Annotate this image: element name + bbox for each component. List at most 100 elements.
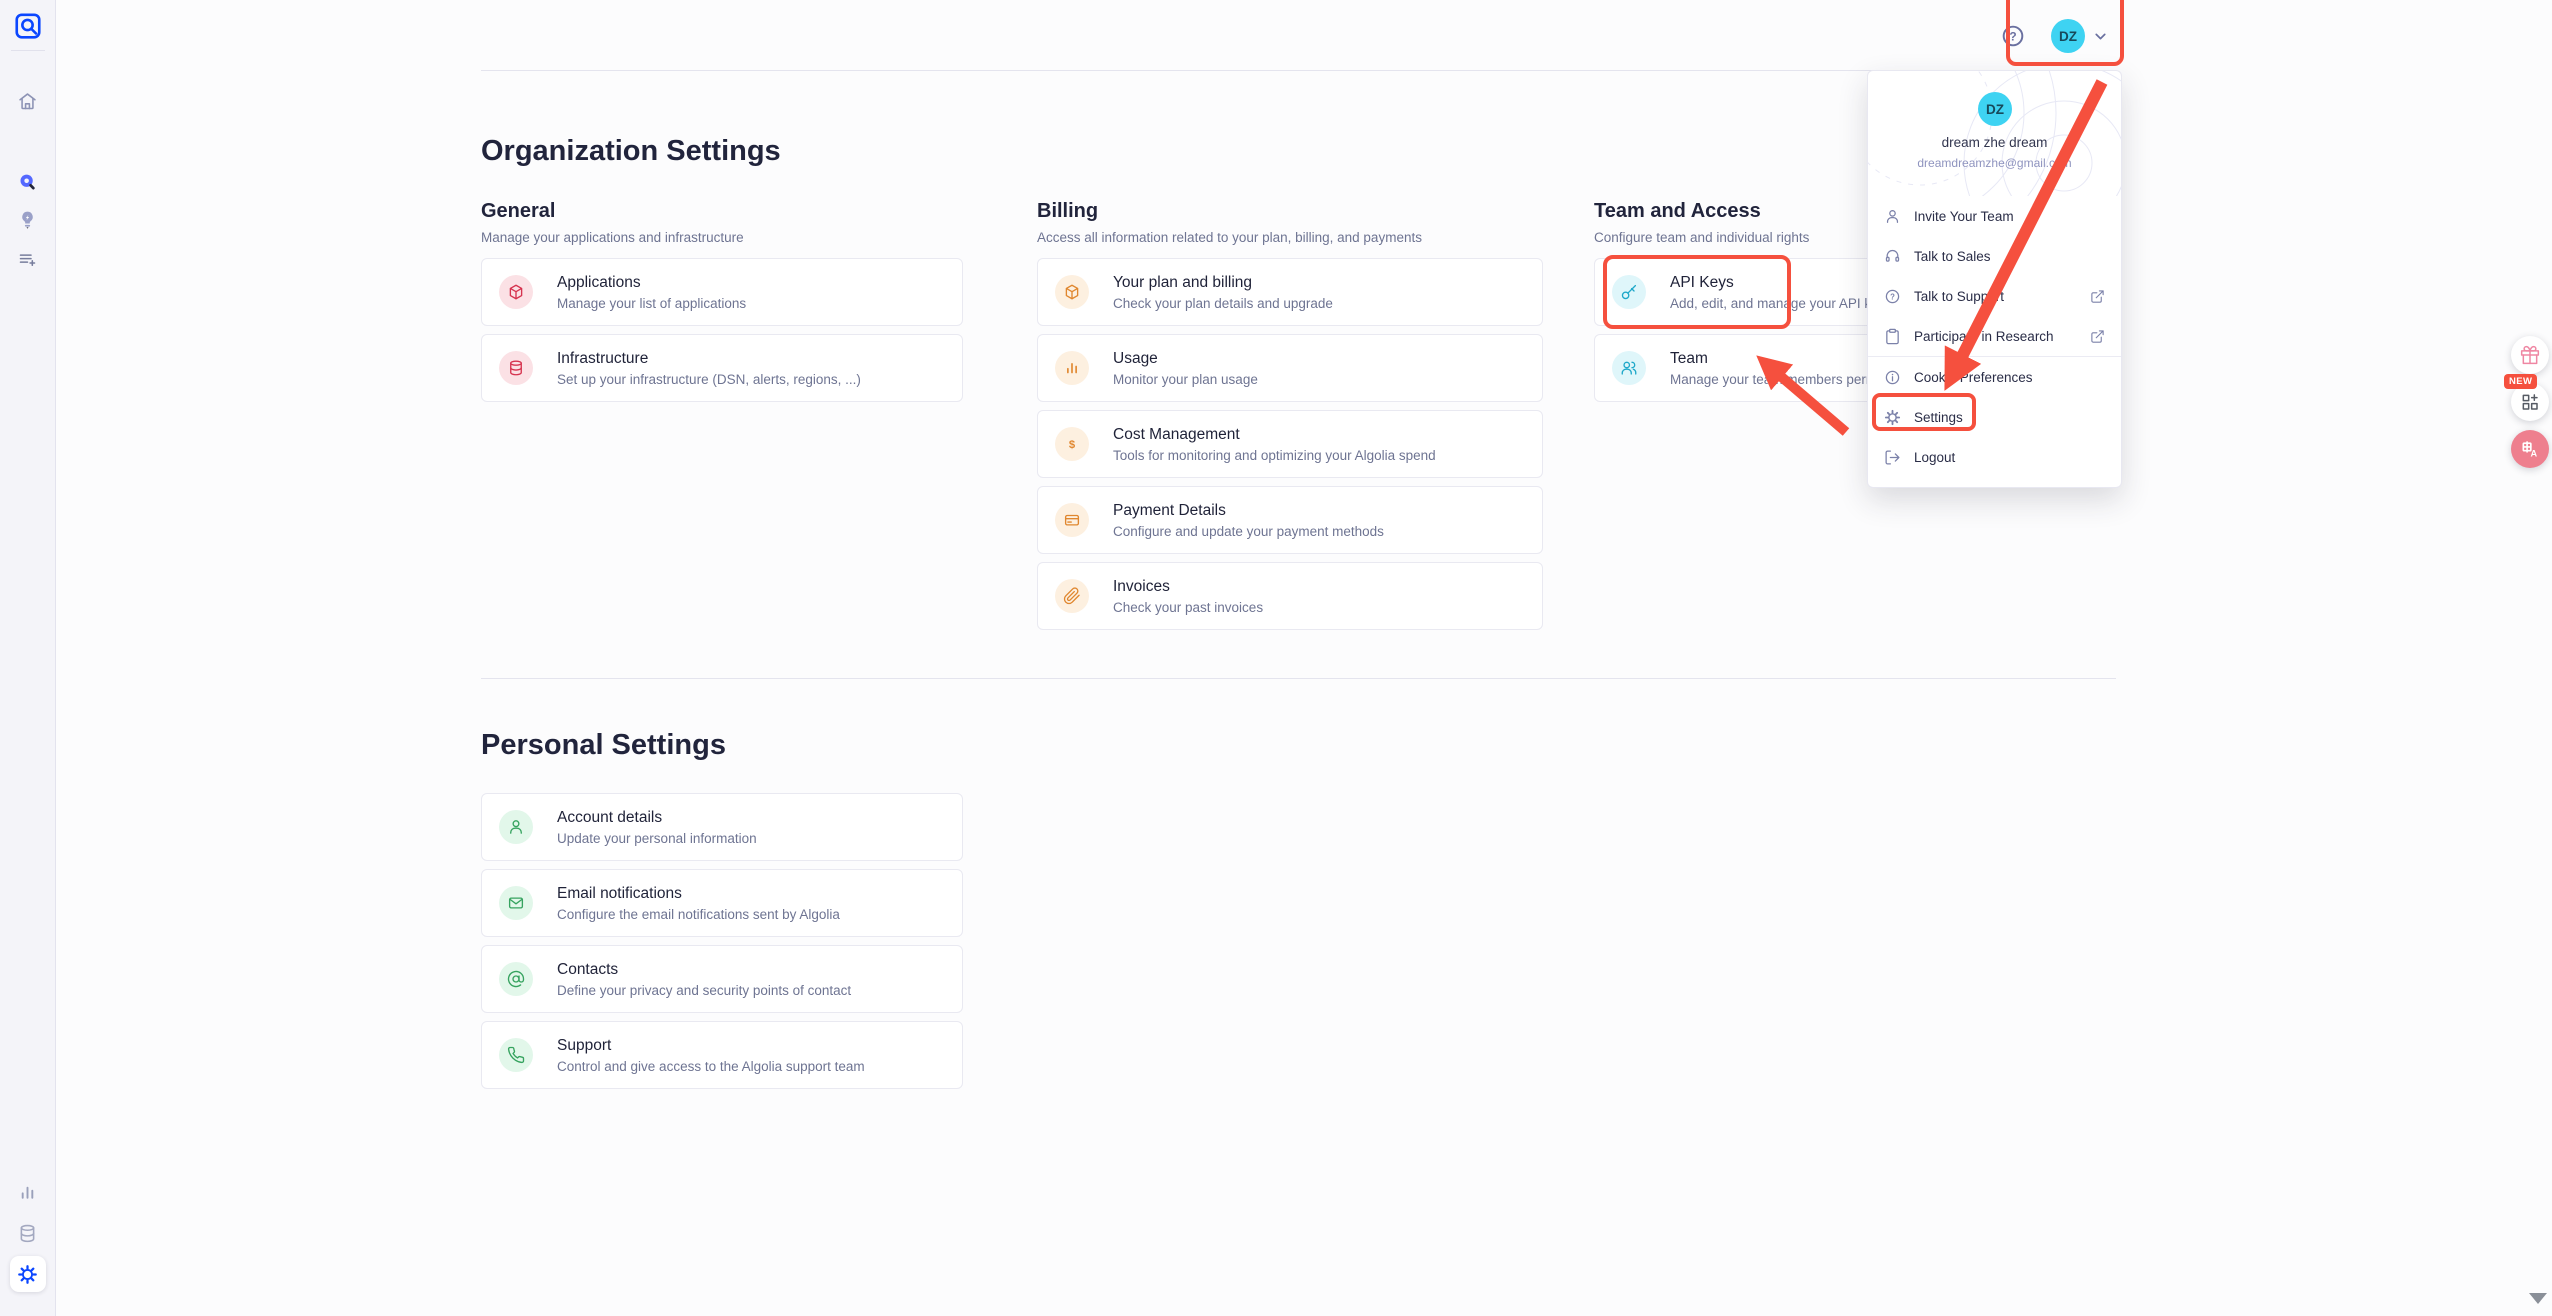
sidebar-item-home[interactable] <box>10 83 46 119</box>
whats-new-button[interactable] <box>2511 336 2549 374</box>
card-applications[interactable]: Applications Manage your list of applica… <box>481 258 963 326</box>
personal-settings-cards: Account details Update your personal inf… <box>481 793 963 1097</box>
bar-chart-icon <box>17 1182 38 1203</box>
page-title-personal-settings: Personal Settings <box>481 730 726 760</box>
card-title: Infrastructure <box>557 349 861 368</box>
card-description: Control and give access to the Algolia s… <box>557 1059 865 1075</box>
menu-item-label: Invite Your Team <box>1914 209 2014 224</box>
external-link-icon <box>2090 329 2105 344</box>
card-contacts[interactable]: Contacts Define your privacy and securit… <box>481 945 963 1013</box>
credit-card-icon <box>1055 503 1089 537</box>
card-title: Payment Details <box>1113 501 1384 520</box>
translate-icon <box>2520 439 2540 459</box>
card-description: Manage your list of applications <box>557 296 746 312</box>
menu-item-label: Talk to Sales <box>1914 249 1991 264</box>
search-icon <box>17 172 38 193</box>
question-circle-icon <box>2000 23 2026 49</box>
user-avatar-button[interactable]: DZ <box>2051 19 2085 53</box>
key-icon <box>1612 275 1646 309</box>
card-title: Your plan and billing <box>1113 273 1333 292</box>
menu-item-label: Participate in Research <box>1914 329 2054 344</box>
team-icon <box>1612 351 1646 385</box>
card-infrastructure[interactable]: Infrastructure Set up your infrastructur… <box>481 334 963 402</box>
card-invoices[interactable]: Invoices Check your past invoices <box>1037 562 1543 630</box>
section-description: Manage your applications and infrastruct… <box>481 230 963 246</box>
menu-item-cookie-preferences[interactable]: Cookie Preferences <box>1868 357 2121 397</box>
decorative-rings <box>1868 71 2121 196</box>
card-description: Check your plan details and upgrade <box>1113 296 1333 312</box>
new-badge: NEW <box>2504 374 2537 389</box>
algolia-logo-icon[interactable] <box>13 11 43 41</box>
person-icon <box>499 810 533 844</box>
home-icon <box>17 91 38 112</box>
headset-icon <box>1884 248 1901 265</box>
phone-icon <box>499 1038 533 1072</box>
section-description: Access all information related to your p… <box>1037 230 1543 246</box>
card-description: Define your privacy and security points … <box>557 983 851 999</box>
gift-icon <box>2520 345 2540 365</box>
page-title-organization-settings: Organization Settings <box>481 136 781 166</box>
card-payment-details[interactable]: Payment Details Configure and update you… <box>1037 486 1543 554</box>
content-divider <box>481 678 2116 679</box>
card-title: Applications <box>557 273 746 292</box>
at-sign-icon <box>499 962 533 996</box>
database-icon <box>499 351 533 385</box>
grid-plus-icon <box>2520 392 2540 412</box>
card-description: Set up your infrastructure (DSN, alerts,… <box>557 372 861 388</box>
card-title: Account details <box>557 808 757 827</box>
menu-item-label: Logout <box>1914 450 1955 465</box>
clipboard-icon <box>1884 328 1901 345</box>
scroll-widget-arrow-icon[interactable] <box>2529 1293 2547 1304</box>
sidebar-item-enrichment[interactable] <box>10 241 46 277</box>
mail-icon <box>499 886 533 920</box>
menu-item-label: Settings <box>1914 410 1963 425</box>
card-title: Contacts <box>557 960 851 979</box>
card-usage[interactable]: Usage Monitor your plan usage <box>1037 334 1543 402</box>
card-description: Add, edit, and manage your API keys <box>1670 296 1892 312</box>
annotation-arrows <box>0 0 2552 1316</box>
card-support[interactable]: Support Control and give access to the A… <box>481 1021 963 1089</box>
gear-icon <box>1884 409 1901 426</box>
menu-item-talk-to-support[interactable]: Talk to Support <box>1868 276 2121 316</box>
avatar: DZ <box>1978 92 2012 126</box>
logout-icon <box>1884 449 1901 466</box>
translate-button[interactable] <box>2511 430 2549 468</box>
card-plan-billing[interactable]: Your plan and billing Check your plan de… <box>1037 258 1543 326</box>
section-billing: Billing Access all information related t… <box>1037 200 1543 638</box>
list-plus-icon <box>17 249 38 270</box>
menu-item-invite-your-team[interactable]: Invite Your Team <box>1868 196 2121 236</box>
card-email-notifications[interactable]: Email notifications Configure the email … <box>481 869 963 937</box>
card-title: Usage <box>1113 349 1258 368</box>
person-icon <box>1884 208 1901 225</box>
sidebar-item-recommend[interactable] <box>10 201 46 237</box>
question-circle-icon <box>1884 288 1901 305</box>
menu-item-logout[interactable]: Logout <box>1868 437 2121 477</box>
card-cost-management[interactable]: Cost Management Tools for monitoring and… <box>1037 410 1543 478</box>
sidebar-divider <box>11 50 45 51</box>
paperclip-icon <box>1055 579 1089 613</box>
menu-item-participate-in-research[interactable]: Participate in Research <box>1868 316 2121 356</box>
card-description: Monitor your plan usage <box>1113 372 1258 388</box>
package-icon <box>1055 275 1089 309</box>
user-menu-chevron[interactable] <box>2092 28 2109 45</box>
app-sidebar <box>0 0 56 1316</box>
dollar-icon <box>1055 427 1089 461</box>
menu-item-settings[interactable]: Settings <box>1868 397 2121 437</box>
sidebar-item-search[interactable] <box>10 164 46 200</box>
card-description: Check your past invoices <box>1113 600 1263 616</box>
card-title: Cost Management <box>1113 425 1436 444</box>
sidebar-item-data[interactable] <box>10 1215 46 1251</box>
help-button[interactable] <box>2000 23 2026 49</box>
bar-chart-icon <box>1055 351 1089 385</box>
menu-item-label: Cookie Preferences <box>1914 370 2033 385</box>
section-title: General <box>481 200 963 223</box>
sidebar-item-settings-active[interactable] <box>10 1256 46 1292</box>
database-icon <box>17 1223 38 1244</box>
external-link-icon <box>2090 289 2105 304</box>
card-account-details[interactable]: Account details Update your personal inf… <box>481 793 963 861</box>
menu-item-talk-to-sales[interactable]: Talk to Sales <box>1868 236 2121 276</box>
card-title: Invoices <box>1113 577 1263 596</box>
sidebar-item-analytics[interactable] <box>10 1174 46 1210</box>
card-description: Configure the email notifications sent b… <box>557 907 840 923</box>
card-description: Update your personal information <box>557 831 757 847</box>
